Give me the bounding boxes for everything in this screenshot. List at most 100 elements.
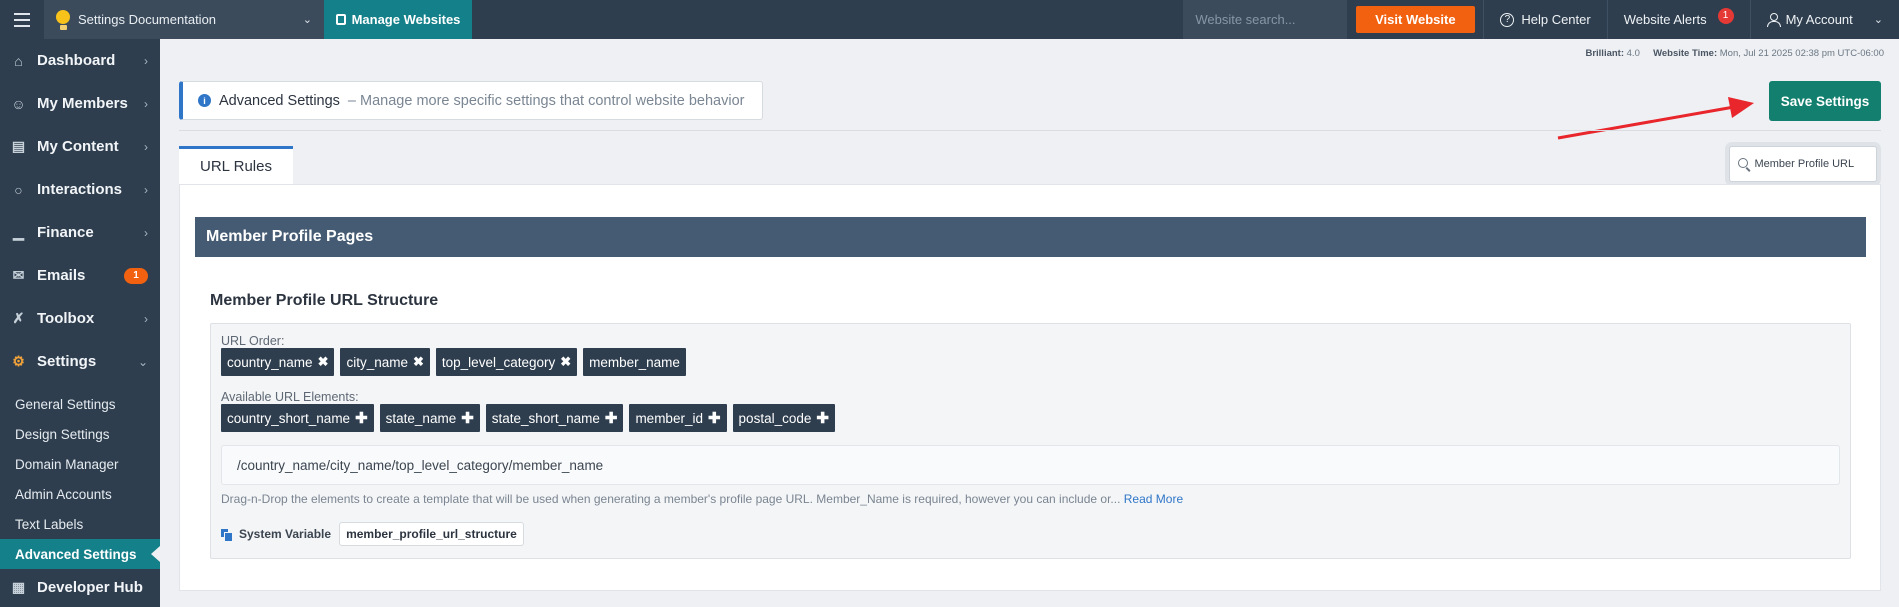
sidebar-item-settings[interactable]: ⚙ Settings ⌄ <box>0 340 160 383</box>
my-account-menu[interactable]: My Account ⌄ <box>1749 0 1899 39</box>
manage-websites-button[interactable]: Manage Websites <box>324 0 472 39</box>
top-bar: Settings Documentation ⌄ Manage Websites… <box>0 0 1899 39</box>
system-variable-label: System Variable <box>239 527 332 541</box>
alerts-badge: 1 <box>1717 7 1734 24</box>
sidebar-item-interactions[interactable]: ○ Interactions › <box>0 168 160 211</box>
site-selector[interactable]: Settings Documentation ⌄ <box>44 0 324 39</box>
url-rules-panel: Member Profile Pages Member Profile URL … <box>179 184 1881 591</box>
chevron-right-icon: › <box>144 225 148 240</box>
available-element-chip[interactable]: state_name ✚ <box>379 404 480 432</box>
divider <box>179 130 1881 131</box>
sidebar-item-label: My Members <box>37 95 128 112</box>
system-variable-value[interactable]: member_profile_url_structure <box>339 522 524 546</box>
sidebar-subitem-text-labels[interactable]: Text Labels <box>0 509 160 539</box>
chip-label: state_short_name <box>491 410 600 426</box>
chip-label: member_id <box>635 410 703 426</box>
gear-icon: ⚙ <box>12 353 25 369</box>
read-more-link[interactable]: Read More <box>1124 492 1183 506</box>
website-alerts-link[interactable]: Website Alerts 1 <box>1606 0 1750 39</box>
settings-search-input[interactable] <box>1754 158 1868 170</box>
help-center-link[interactable]: ? Help Center <box>1483 0 1606 39</box>
sidebar-item-my-content[interactable]: ▤ My Content › <box>0 125 160 168</box>
menu-icon[interactable] <box>0 0 44 39</box>
available-element-chip[interactable]: member_id ✚ <box>629 404 727 432</box>
search-icon <box>1738 158 1749 170</box>
available-element-chip[interactable]: state_short_name ✚ <box>485 404 624 432</box>
question-icon: ? <box>1500 12 1515 27</box>
version-time-info: Brilliant: 4.0 Website Time: Mon, Jul 21… <box>1585 48 1884 59</box>
help-text: Drag-n-Drop the elements to create a tem… <box>221 492 1183 506</box>
chip-label: city_name <box>346 354 408 370</box>
emails-badge: 1 <box>124 267 148 284</box>
remove-icon[interactable]: ✖ <box>560 354 571 370</box>
sidebar-item-label: Emails <box>37 267 86 284</box>
url-order-list: country_name ✖ city_name ✖ top_level_categ… <box>221 348 686 376</box>
chevron-right-icon: › <box>144 311 148 326</box>
sidebar-item-emails[interactable]: ✉ Emails 1 <box>0 254 160 297</box>
chevron-right-icon: › <box>144 182 148 197</box>
sidebar-item-label: Dashboard <box>37 52 116 69</box>
website-time-label: Website Time: <box>1653 48 1718 59</box>
url-order-chip[interactable]: top_level_category ✖ <box>435 348 578 376</box>
add-icon[interactable]: ✚ <box>355 409 368 427</box>
url-preview: /country_name/city_name/top_level_catego… <box>221 445 1840 485</box>
page-title: Advanced Settings <box>219 92 340 109</box>
url-order-chip[interactable]: member_name <box>583 348 686 376</box>
sidebar-subitem-advanced-settings[interactable]: Advanced Settings <box>0 539 160 569</box>
home-icon: ⌂ <box>14 52 23 69</box>
field-title: Member Profile URL Structure <box>210 292 439 309</box>
chip-label: country_name <box>227 354 313 370</box>
sidebar-subitem-design-settings[interactable]: Design Settings <box>0 419 160 449</box>
visit-website-button[interactable]: Visit Website <box>1356 6 1475 33</box>
sidebar-item-finance[interactable]: ▁ Finance › <box>0 211 160 254</box>
sidebar-item-toolbox[interactable]: ✗ Toolbox › <box>0 297 160 340</box>
add-icon[interactable]: ✚ <box>816 409 829 427</box>
sidebar-item-label: Toolbox <box>37 310 95 327</box>
copy-icon[interactable] <box>221 528 233 542</box>
add-icon[interactable]: ✚ <box>461 409 474 427</box>
available-element-chip[interactable]: postal_code ✚ <box>732 404 835 432</box>
url-order-chip[interactable]: country_name ✖ <box>221 348 335 376</box>
remove-icon[interactable]: ✖ <box>413 354 424 370</box>
chevron-right-icon: › <box>144 53 148 68</box>
sidebar-subitem-domain-manager[interactable]: Domain Manager <box>0 449 160 479</box>
version-label: Brilliant: <box>1585 48 1624 59</box>
add-icon[interactable]: ✚ <box>605 409 618 427</box>
user-circle-icon: ☺ <box>11 95 26 112</box>
info-icon: i <box>198 94 211 107</box>
chevron-down-icon: ⌄ <box>302 14 312 26</box>
chip-label: country_short_name <box>227 410 351 426</box>
sidebar-item-label: My Content <box>37 138 119 155</box>
chevron-right-icon: › <box>144 139 148 154</box>
chevron-down-icon: ⌄ <box>1873 14 1883 26</box>
website-search-input[interactable] <box>1195 12 1336 27</box>
page-description: – Manage more specific settings that con… <box>347 92 745 109</box>
website-search <box>1183 0 1348 39</box>
sidebar-subitem-admin-accounts[interactable]: Admin Accounts <box>0 479 160 509</box>
manage-websites-label: Manage Websites <box>351 12 461 27</box>
database-icon <box>335 14 346 25</box>
page-header: i Advanced Settings – Manage more specif… <box>179 81 763 120</box>
sidebar: ⌂ Dashboard › ☺ My Members › ▤ My Conten… <box>0 39 160 607</box>
chat-icon: ○ <box>14 181 23 198</box>
sidebar-subitem-general-settings[interactable]: General Settings <box>0 389 160 419</box>
tab-url-rules[interactable]: URL Rules <box>179 146 293 184</box>
mail-icon: ✉ <box>12 267 25 283</box>
lightbulb-icon <box>56 9 70 30</box>
sidebar-item-dashboard[interactable]: ⌂ Dashboard › <box>0 39 160 82</box>
available-elements-list: country_short_name ✚ state_name ✚ state_sh… <box>221 404 835 432</box>
sidebar-item-label: Finance <box>37 224 94 241</box>
tools-icon: ✗ <box>12 310 25 326</box>
help-center-label: Help Center <box>1521 12 1591 27</box>
remove-icon[interactable]: ✖ <box>318 354 329 370</box>
user-icon <box>1766 13 1781 27</box>
grid-icon: ▦ <box>11 578 26 595</box>
annotation-arrow <box>1557 97 1754 140</box>
add-icon[interactable]: ✚ <box>708 409 721 427</box>
section-header: Member Profile Pages <box>195 217 1866 257</box>
sidebar-item-developer-hub[interactable]: ▦ Developer Hub <box>0 569 160 605</box>
available-element-chip[interactable]: country_short_name ✚ <box>221 404 374 432</box>
sidebar-item-my-members[interactable]: ☺ My Members › <box>0 82 160 125</box>
url-order-chip[interactable]: city_name ✖ <box>340 348 430 376</box>
save-settings-button[interactable]: Save Settings <box>1769 81 1881 121</box>
